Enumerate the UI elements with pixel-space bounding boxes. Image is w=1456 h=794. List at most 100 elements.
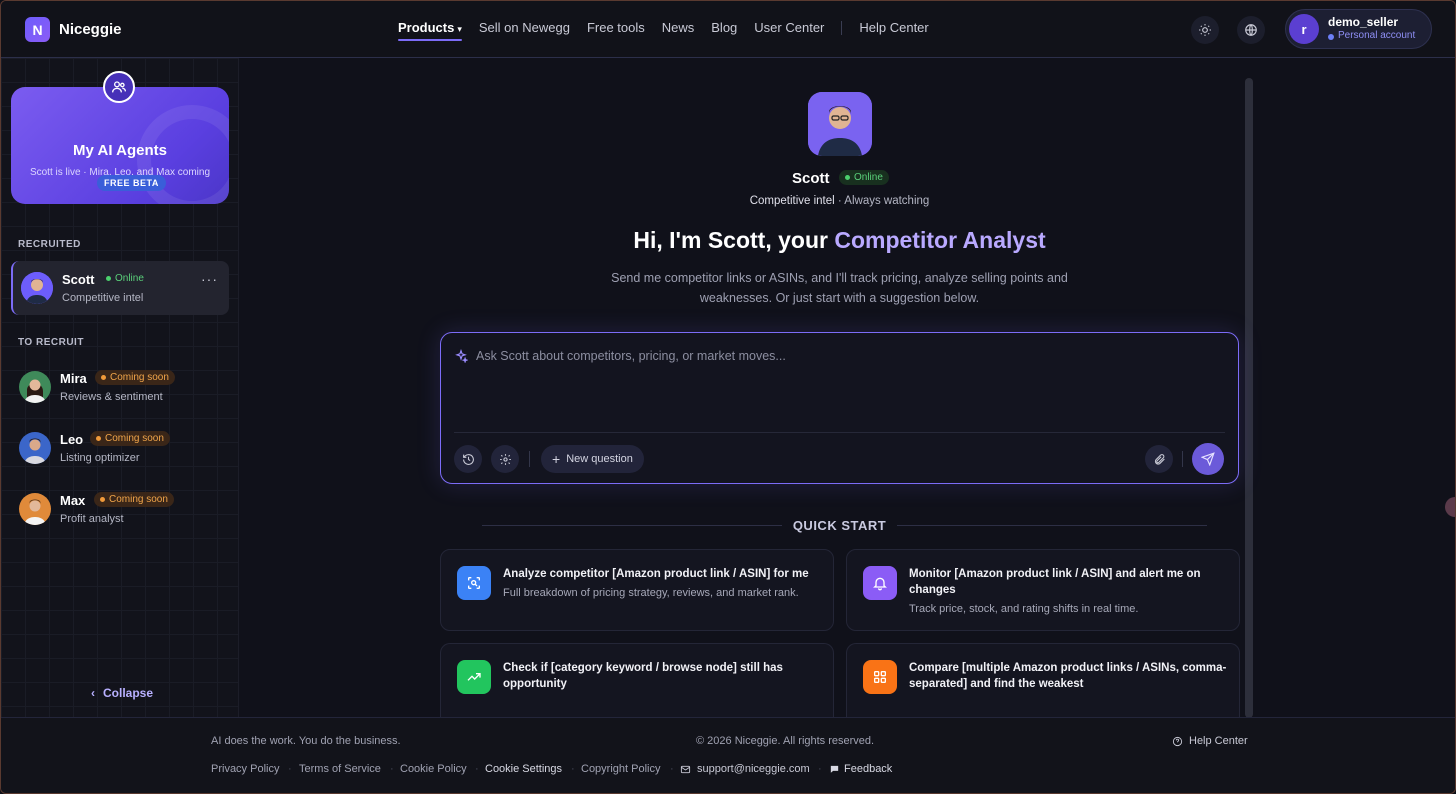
new-question-label: New question [566,453,633,465]
nav-sell-on-newegg[interactable]: Sell on Newegg [479,20,570,35]
card-title: Compare [multiple Amazon product links /… [909,662,1227,691]
attach-button[interactable] [1145,445,1173,473]
top-navbar: N Niceggie Products ▾ Sell on Newegg Free… [1,1,1455,58]
terms-of-service-link[interactable]: Terms of Service [299,763,381,775]
free-beta-badge: FREE BETA [97,175,166,191]
pending-dot-icon [100,497,105,502]
page-title: Hi, I'm Scott, your Competitor Analyst [239,227,1440,254]
role-label: Competitive intel [749,195,835,207]
account-type: Personal account [1328,30,1415,43]
avatar [21,272,53,304]
quick-start-card[interactable]: Check if [category keyword / browse node… [440,643,834,717]
my-ai-agents-card[interactable]: My AI Agents Scott is live · Mira, Leo, … [11,87,229,204]
agent-name: Mira [60,371,87,386]
paperclip-icon [1154,453,1165,465]
link-separator: · [818,763,822,775]
logo-mark: N [25,17,50,42]
avatar [19,432,51,464]
account-name: demo_seller [1328,15,1399,30]
feedback-link[interactable]: Feedback [829,763,892,775]
nav-products-label: Products [398,20,455,35]
agent-item-scott[interactable]: Scott Online Competitive intel ··· [11,261,229,315]
agent-desc: Reviews & sentiment [60,391,163,403]
agents-card-title: My AI Agents [73,142,167,159]
support-email-link[interactable]: support@niceggie.com [680,763,810,775]
nav-help-center[interactable]: Help Center [859,20,928,35]
card-title: Check if [category keyword / browse node… [503,662,783,691]
status-badge: Online [839,170,889,185]
nav-user-center[interactable]: User Center [754,20,824,35]
speech-bubble-icon [830,765,839,773]
new-question-button[interactable]: + New question [541,445,644,473]
quick-start-card[interactable]: Compare [multiple Amazon product links /… [846,643,1240,717]
recruited-heading: RECRUITED [18,239,81,250]
sun-icon [1199,24,1211,36]
nav-news[interactable]: News [662,20,695,35]
nav-products[interactable]: Products ▾ [398,20,462,41]
theme-toggle-button[interactable] [1191,16,1219,44]
link-separator: · [571,763,575,775]
agents-sidebar: My AI Agents Scott is live · Mira, Leo, … [1,58,239,717]
copyright-policy-link[interactable]: Copyright Policy [581,763,660,775]
cookie-policy-link[interactable]: Cookie Policy [400,763,467,775]
send-button[interactable] [1192,443,1224,475]
brand-logo[interactable]: N Niceggie [25,17,122,42]
main-nav: Products ▾ Sell on Newegg Free tools News… [398,20,946,41]
footer-help-center-link[interactable]: Help Center [1172,735,1248,747]
pending-dot-icon [96,436,101,441]
online-dot-icon [106,276,111,281]
mail-icon [680,765,691,773]
agent-item-max[interactable]: Max Coming soon Profit analyst [11,482,229,536]
pending-dot-icon [101,375,106,380]
agent-item-leo[interactable]: Leo Coming soon Listing optimizer [11,421,229,475]
more-options-icon[interactable]: ··· [201,271,218,287]
avatar: r [1289,14,1319,44]
footer-copyright: © 2026 Niceggie. All rights reserved. [696,735,875,747]
email-label: support@niceggie.com [697,763,810,775]
nav-blog[interactable]: Blog [711,20,737,35]
link-separator: · [475,763,479,775]
cookie-settings-link[interactable]: Cookie Settings [485,763,562,775]
scrollbar[interactable] [1245,78,1253,718]
language-button[interactable] [1237,16,1265,44]
status-badge: Coming soon [95,370,175,385]
bell-icon [863,566,897,600]
link-separator: · [288,763,292,775]
agent-role: Competitive intel · Always watching [239,195,1440,207]
globe-icon [1245,24,1257,36]
account-menu[interactable]: r demo_seller Personal account [1285,9,1432,49]
toolbar-divider [1182,451,1183,467]
trend-icon [457,660,491,694]
quick-start-card[interactable]: Monitor [Amazon product link / ASIN] and… [846,549,1240,631]
help-label: Help Center [1189,735,1248,747]
to-recruit-heading: TO RECRUIT [18,337,84,348]
status-label: Online [115,273,144,284]
agent-desc: Profit analyst [60,513,124,525]
footer-tagline: AI does the work. You do the business. [211,735,401,747]
avatar [19,371,51,403]
chat-input[interactable] [476,345,1176,367]
collapse-sidebar-button[interactable]: ‹ Collapse [91,686,153,700]
settings-button[interactable] [491,445,519,473]
quick-start-card[interactable]: Analyze competitor [Amazon product link … [440,549,834,631]
chat-composer: + New question [440,332,1239,484]
status-label: Coming soon [105,433,164,444]
status-badge: Coming soon [90,431,170,446]
nav-divider [841,21,843,35]
account-info: demo_seller Personal account [1328,15,1415,43]
avatar [19,493,51,525]
quick-start-heading: QUICK START [792,518,887,533]
scan-icon [457,566,491,600]
plus-icon: + [552,451,561,467]
status-badge: Online [106,273,144,284]
status-label: Coming soon [109,494,168,505]
nav-free-tools[interactable]: Free tools [587,20,645,35]
status-badge: Coming soon [94,492,174,507]
history-button[interactable] [454,445,482,473]
brand-name: Niceggie [59,21,122,38]
privacy-policy-link[interactable]: Privacy Policy [211,763,279,775]
status-dot-icon [1328,33,1334,40]
feedback-label: Feedback [844,763,893,775]
agent-item-mira[interactable]: Mira Coming soon Reviews & sentiment [11,360,229,414]
chat-main: Scott Online Competitive intel · Always … [239,58,1455,718]
